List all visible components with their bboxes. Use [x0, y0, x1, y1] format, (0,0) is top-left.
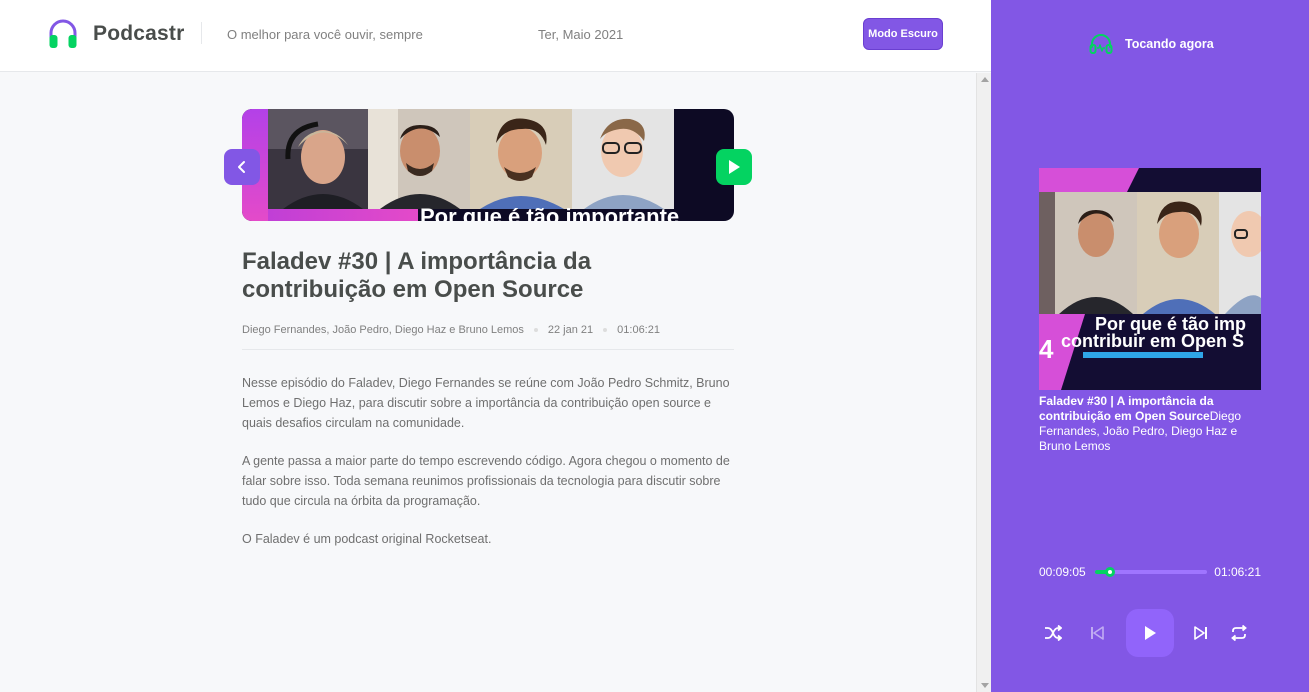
now-playing-title: Faladev #30 | A importância da contribui… [1039, 394, 1214, 423]
episode-description: Nesse episódio do Faladev, Diego Fernand… [242, 373, 737, 567]
meta-divider [242, 349, 734, 350]
back-button[interactable] [224, 149, 260, 185]
description-paragraph: Nesse episódio do Faladev, Diego Fernand… [242, 376, 730, 430]
meta-separator [533, 328, 538, 332]
repeat-button[interactable] [1229, 609, 1249, 657]
progress-handle[interactable] [1105, 567, 1115, 577]
main-scrollbar[interactable] [976, 73, 991, 692]
previous-button[interactable] [1088, 609, 1106, 657]
tagline: O melhor para você ouvir, sempre [227, 27, 423, 42]
scroll-down-icon[interactable] [981, 683, 989, 688]
app-name: Podcastr [93, 22, 185, 45]
headphones-icon [1089, 34, 1113, 54]
speaker-photo [470, 109, 572, 209]
chevron-left-icon [238, 161, 245, 173]
speaker-photo [268, 109, 368, 209]
player-panel: Tocando agora 4 Por que é tão imp contri… [991, 0, 1309, 692]
episode-date: 22 jan 21 [547, 324, 594, 336]
play-episode-button[interactable] [716, 149, 752, 185]
episode-title: Faladev #30 | A importância da contribui… [242, 248, 592, 303]
episode-page: Por que é tão importante Faladev #30 | A… [0, 73, 976, 692]
current-date: Ter, Maio 2021 [538, 27, 624, 42]
play-icon [729, 160, 740, 174]
episode-duration: 01:06:21 [617, 324, 660, 336]
play-icon [1145, 626, 1156, 640]
svg-text:4: 4 [1039, 334, 1054, 364]
current-time: 00:09:05 [1039, 565, 1086, 579]
player-controls [1039, 609, 1261, 657]
total-time: 01:06:21 [1214, 565, 1261, 579]
header-divider [201, 22, 202, 44]
player-cover: 4 Por que é tão imp contribuir em Open S [1039, 168, 1261, 390]
repeat-icon [1231, 625, 1247, 641]
episode-thumbnail: Por que é tão importante [242, 109, 734, 221]
now-playing-info: Faladev #30 | A importância da contribui… [1039, 394, 1261, 454]
thumbnail-caption: Por que é tão importante [420, 204, 680, 221]
player-heading: Tocando agora [1089, 33, 1214, 55]
episode-meta: Diego Fernandes, João Pedro, Diego Haz e… [242, 324, 660, 336]
next-button[interactable] [1192, 609, 1210, 657]
headphones-icon [49, 19, 77, 48]
cover-artwork: 4 [1039, 168, 1261, 390]
skip-next-icon [1194, 626, 1207, 640]
cover-caption-line-2: contribuir em Open S [1061, 331, 1245, 351]
progress-area: 00:09:05 01:06:21 [1039, 565, 1261, 579]
progress-slider[interactable] [1095, 567, 1207, 577]
speaker-photo [368, 109, 470, 209]
play-pause-button[interactable] [1126, 609, 1174, 657]
shuffle-button[interactable] [1043, 609, 1063, 657]
episode-members: Diego Fernandes, João Pedro, Diego Haz e… [242, 324, 524, 336]
description-paragraph: O Faladev é um podcast original Rocketse… [242, 532, 492, 546]
meta-separator [603, 328, 608, 332]
skip-previous-icon [1091, 626, 1104, 640]
scroll-up-icon[interactable] [981, 77, 989, 82]
shuffle-icon [1045, 625, 1062, 641]
thumbnail-caption-bar [268, 209, 418, 221]
player-heading-label: Tocando agora [1125, 37, 1214, 51]
app-header: Podcastr O melhor para você ouvir, sempr… [0, 0, 992, 72]
logo[interactable]: Podcastr [47, 18, 184, 50]
dark-mode-button[interactable]: Modo Escuro [863, 18, 943, 50]
description-paragraph: A gente passa a maior parte do tempo esc… [242, 454, 730, 508]
speaker-photo [572, 109, 674, 209]
